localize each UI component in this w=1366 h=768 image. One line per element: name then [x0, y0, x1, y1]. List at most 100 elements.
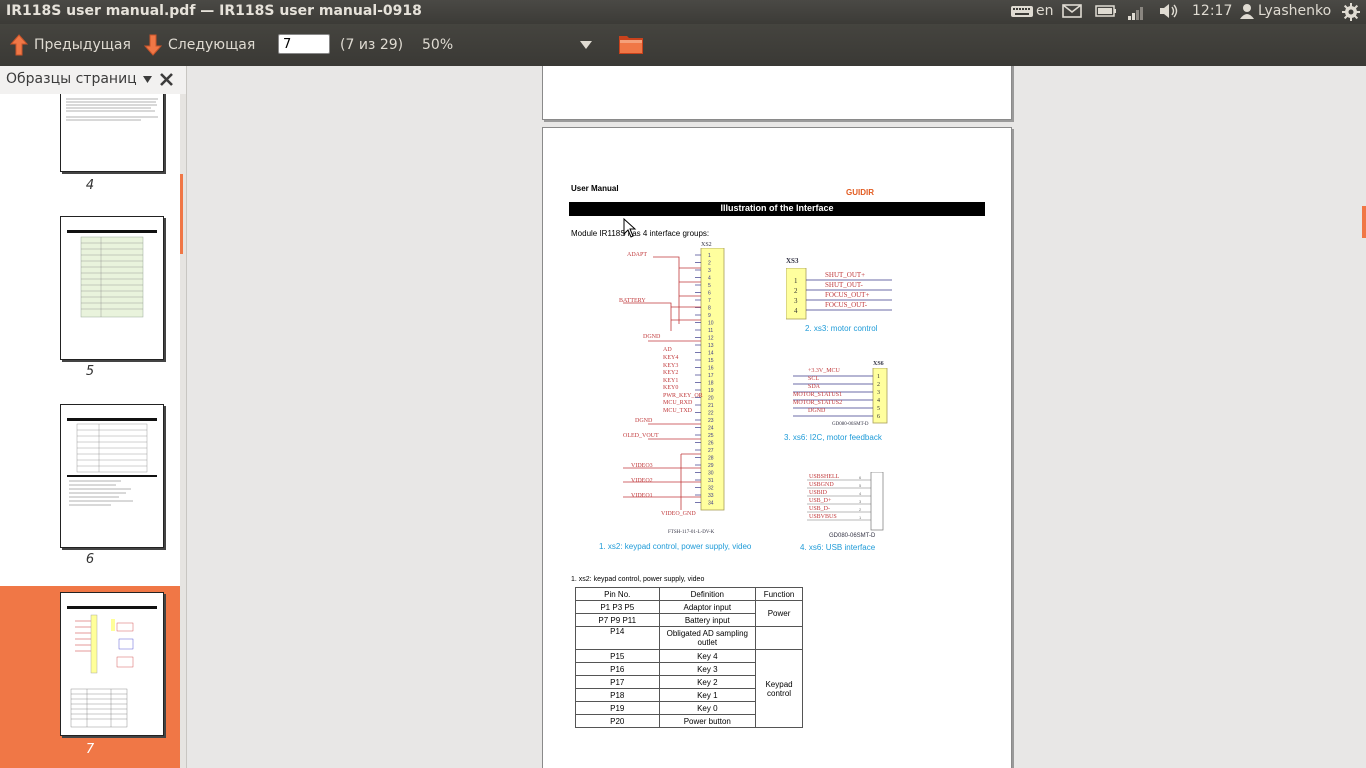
- xs2-signal-label: KEY0: [663, 385, 679, 391]
- battery-icon[interactable]: [1095, 3, 1117, 23]
- thumbnail-page-6[interactable]: 6: [0, 392, 180, 572]
- top-panel: IR118S user manual.pdf — IR118S user man…: [0, 0, 1366, 24]
- svg-text:2: 2: [794, 287, 798, 295]
- svg-text:2: 2: [877, 382, 880, 388]
- xs2-pin-number: 21: [708, 403, 714, 409]
- xs2-pin-number: 5: [708, 283, 711, 289]
- table-cell: P15: [575, 649, 660, 663]
- user-icon[interactable]: [1240, 3, 1254, 23]
- xs2-pin-number: 9: [708, 313, 711, 319]
- xs6-signal-label: MOTOR_STATUS1: [793, 392, 843, 398]
- table-cell: P1 P3 P5: [575, 600, 660, 614]
- table-cell: Obligated AD sampling outlet: [658, 626, 757, 650]
- table-cell: P20: [575, 714, 660, 728]
- table-cell: Key 3: [658, 662, 757, 676]
- xs2-pin-number: 16: [708, 366, 714, 372]
- usb-signal-label: USB_D-: [809, 506, 831, 512]
- xs6-label: XS6: [873, 361, 884, 367]
- sidebar-scroll-thumb[interactable]: [180, 174, 183, 254]
- thumbnail-image: [60, 216, 164, 360]
- xs2-signal-label: BATTERY: [619, 298, 646, 304]
- document-view[interactable]: User Manual GUIDIR Illustration of the I…: [187, 66, 1366, 768]
- xs3-signal-label: FOCUS_OUT-: [825, 301, 868, 309]
- next-page-button[interactable]: Следующая: [144, 33, 255, 57]
- xs2-pin-number: 25: [708, 433, 714, 439]
- xs3-signal-label: SHUT_OUT+: [825, 271, 866, 279]
- sidebar-mode-select[interactable]: Образцы страниц: [6, 71, 153, 87]
- next-page-label: Следующая: [168, 37, 256, 53]
- mouse-cursor-icon: [623, 218, 637, 238]
- svg-text:4: 4: [794, 307, 798, 315]
- svg-text:2: 2: [859, 507, 862, 512]
- window-title: IR118S user manual.pdf — IR118S user man…: [6, 3, 422, 19]
- xs3-signal-label: FOCUS_OUT+: [825, 291, 870, 299]
- svg-text:6: 6: [859, 475, 862, 480]
- thumbnail-label: 4: [85, 178, 95, 193]
- header-left: User Manual: [571, 184, 619, 193]
- thumbnail-label: 5: [85, 364, 95, 379]
- thumbnail-list[interactable]: 4 5 6 7: [0, 94, 180, 768]
- svg-text:3: 3: [877, 390, 880, 396]
- zoom-select[interactable]: 50%: [412, 33, 598, 57]
- table-cell: P19: [575, 701, 660, 715]
- mail-icon[interactable]: [1062, 3, 1082, 23]
- xs6-signal-label: DGND: [808, 408, 826, 414]
- close-sidebar-icon[interactable]: [160, 73, 173, 86]
- xs2-pin-number: 14: [708, 351, 714, 357]
- xs2-pin-number: 34: [708, 501, 714, 507]
- xs2-pin-number: 23: [708, 418, 714, 424]
- svg-text:1: 1: [794, 277, 798, 285]
- keyboard-icon[interactable]: [1010, 3, 1034, 23]
- arrow-down-icon: [144, 34, 162, 56]
- svg-text:4: 4: [859, 491, 862, 496]
- xs2-signal-label: VIDEO_GND: [661, 511, 696, 517]
- xs2-part-number: FTSH-117-01-L-DV-K: [668, 530, 715, 535]
- usb-signal-label: USB_D+: [809, 498, 832, 504]
- xs2-pin-number: 26: [708, 441, 714, 447]
- page-number-input[interactable]: [278, 34, 330, 54]
- document-scroll-thumb[interactable]: [1362, 206, 1366, 238]
- keyboard-layout[interactable]: en: [1036, 3, 1054, 19]
- sidebar-scrollbar[interactable]: [180, 94, 186, 768]
- svg-text:5: 5: [859, 483, 862, 488]
- xs2-signal-label: MCU_TXD: [663, 408, 693, 414]
- xs6-signal-label: +3.3V_MCU: [808, 368, 840, 374]
- clock[interactable]: 12:17: [1192, 3, 1232, 19]
- xs2-pin-number: 10: [708, 321, 714, 327]
- xs2-signal-label: ADAPT: [627, 252, 648, 258]
- company-logo: GUIDIR: [846, 188, 874, 197]
- table-cell: Keypad control: [755, 649, 803, 728]
- xs2-pin-number: 13: [708, 343, 714, 349]
- gear-icon[interactable]: [1341, 2, 1361, 26]
- xs2-signal-label: VIDEO2: [631, 478, 653, 484]
- open-folder-button[interactable]: [618, 32, 644, 56]
- table-cell: P7 P9 P11: [575, 613, 660, 627]
- thumbnail-page-7[interactable]: 7: [0, 586, 180, 768]
- xs2-pin-number: 30: [708, 471, 714, 477]
- table-cell: [755, 626, 803, 650]
- section-title: Illustration of the Interface: [720, 203, 834, 213]
- network-icon[interactable]: [1126, 3, 1146, 25]
- table-cell: Key 2: [658, 675, 757, 689]
- xs2-pin-number: 19: [708, 388, 714, 394]
- xs2-pin-number: 27: [708, 448, 714, 454]
- previous-page-button[interactable]: Предыдущая: [10, 33, 131, 57]
- svg-text:4: 4: [877, 398, 880, 404]
- thumbnail-image: [60, 404, 164, 548]
- table-cell: Battery input: [658, 613, 757, 627]
- table-cell: Power: [755, 600, 803, 627]
- table-cell: P16: [575, 662, 660, 676]
- xs2-pin-number: 1: [708, 253, 711, 259]
- xs2-signal-label: MCU_RXD: [663, 400, 693, 406]
- table-cell: Key 1: [658, 688, 757, 702]
- thumbnail-page-5[interactable]: 5: [0, 204, 180, 384]
- previous-page-label: Предыдущая: [34, 37, 131, 53]
- xs3-signal-label: SHUT_OUT-: [825, 281, 863, 289]
- user-name[interactable]: Lyashenko: [1258, 3, 1331, 19]
- folder-icon: [619, 36, 643, 54]
- thumbnail-page-4[interactable]: 4: [0, 94, 180, 194]
- xs2-pin-number: 33: [708, 493, 714, 499]
- volume-icon[interactable]: [1158, 3, 1180, 23]
- xs6-signal-label: SCL: [808, 376, 820, 382]
- xs2-pin-number: 8: [708, 306, 711, 312]
